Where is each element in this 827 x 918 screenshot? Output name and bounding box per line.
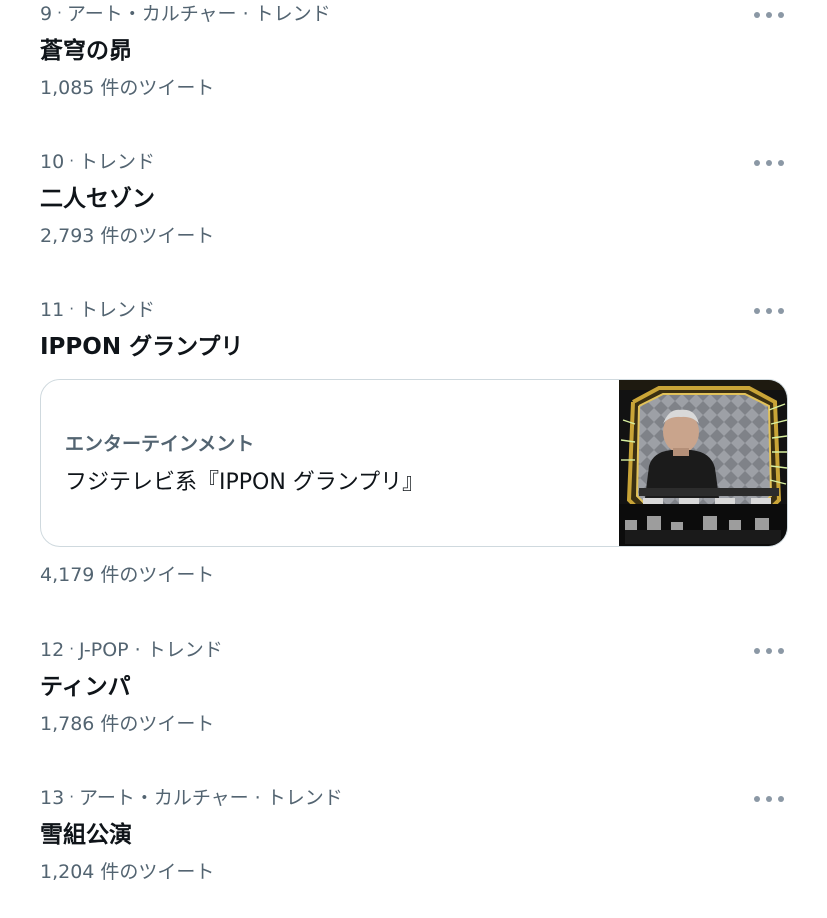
trend-name: 蒼穹の昴 [40, 38, 132, 64]
trend-rank: 11 [40, 299, 65, 321]
trend-meta: 12 · J-POP · トレンド [40, 636, 223, 663]
trend-name: 二人セゾン [40, 186, 155, 212]
trend-rank: 10 [40, 151, 65, 173]
separator-dot: · [69, 300, 74, 318]
separator-dot: · [69, 152, 74, 170]
more-icon[interactable] [754, 10, 784, 20]
trend-news-card[interactable]: エンターテインメント フジテレビ系『IPPON グランプリ』 [40, 379, 788, 547]
trend-category: トレンド [78, 151, 155, 173]
more-icon[interactable] [754, 306, 784, 316]
trend-category: トレンド [78, 299, 155, 321]
tweet-count: 1,085 件のツイート [40, 77, 215, 99]
trend-category: アート・カルチャー · トレンド [78, 787, 343, 809]
separator-dot: · [69, 788, 74, 806]
trend-name: ティンパ [40, 674, 131, 700]
more-icon[interactable] [754, 646, 784, 656]
tweet-count: 1,204 件のツイート [40, 861, 215, 883]
trend-category: J-POP · トレンド [78, 639, 223, 661]
trend-rank: 9 [40, 3, 53, 25]
tweet-count: 1,786 件のツイート [40, 713, 215, 735]
trend-name: 雪組公演 [40, 822, 132, 848]
trend-name: IPPON グランプリ [40, 334, 244, 360]
trend-rank: 12 [40, 639, 65, 661]
more-icon[interactable] [754, 158, 784, 168]
trend-meta: 10 · トレンド [40, 148, 155, 175]
card-thumbnail-image [619, 380, 787, 546]
card-category: エンターテインメント [65, 433, 255, 455]
card-title: フジテレビ系『IPPON グランプリ』 [65, 470, 425, 495]
more-icon[interactable] [754, 794, 784, 804]
trend-meta: 9 · アート・カルチャー · トレンド [40, 0, 331, 27]
trend-rank: 13 [40, 787, 65, 809]
separator-dot: · [57, 4, 62, 22]
trend-meta: 13 · アート・カルチャー · トレンド [40, 784, 343, 811]
tweet-count: 2,793 件のツイート [40, 225, 215, 247]
trend-category: アート・カルチャー · トレンド [66, 3, 331, 25]
separator-dot: · [69, 640, 74, 658]
tweet-count: 4,179 件のツイート [40, 564, 215, 586]
trend-meta: 11 · トレンド [40, 296, 155, 323]
